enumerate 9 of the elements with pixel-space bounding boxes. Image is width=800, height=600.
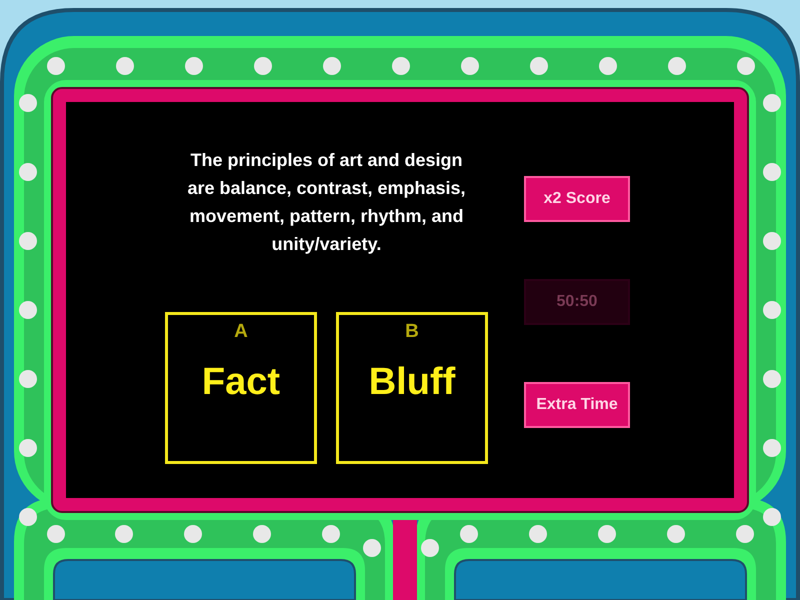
- answer-text: Bluff: [368, 361, 456, 404]
- answer-text: Fact: [202, 361, 280, 404]
- answer-letter: B: [405, 321, 419, 343]
- answer-letter: A: [234, 321, 248, 343]
- powerup-button[interactable]: Extra Time: [524, 382, 630, 428]
- question-text: The principles of art and design are balance, contrast, emphasis, movement, pattern, rhythm, and unity/variety.: [186, 149, 467, 256]
- answer-option[interactable]: B Bluff: [336, 312, 488, 464]
- powerup-button[interactable]: x2 Score: [524, 176, 630, 222]
- answer-option[interactable]: A Fact: [165, 312, 317, 464]
